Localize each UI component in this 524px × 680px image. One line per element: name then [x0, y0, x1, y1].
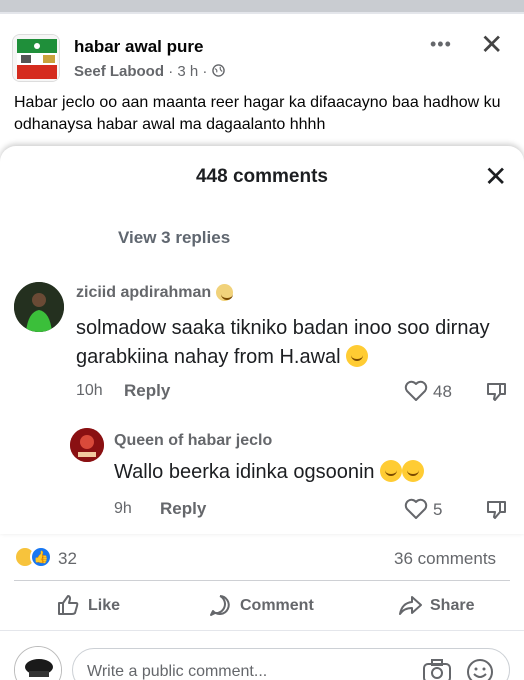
smiling-hearts-emoji-icon	[346, 345, 369, 367]
close-icon[interactable]: ✕	[480, 28, 503, 61]
meta-separator-2: ·	[202, 63, 212, 80]
like-count: 5	[433, 500, 443, 519]
post-time[interactable]: 3 h	[177, 63, 198, 80]
dislike-icon[interactable]	[484, 380, 508, 409]
share-button[interactable]: Share	[398, 593, 488, 619]
comment-time: 9h	[114, 500, 132, 517]
post-meta: Seef Labood · 3 h ·	[74, 63, 225, 80]
reply-button[interactable]: Reply	[124, 381, 170, 401]
smile-icon[interactable]	[466, 658, 494, 680]
post-text: Habar jeclo oo aan maanta reer hagar ka …	[14, 94, 501, 133]
share-icon	[399, 596, 422, 615]
comment-placeholder: Write a public comment...	[87, 663, 268, 680]
comments-title: 448 comments	[195, 166, 328, 187]
comment-text: solmadow saaka tikniko badan inoo soo di…	[76, 314, 506, 372]
more-icon[interactable]: •••	[430, 34, 452, 55]
heart-icon[interactable]	[404, 380, 428, 407]
share-label: Share	[430, 597, 475, 614]
top-bar	[0, 0, 524, 14]
comments-count[interactable]: 36 comments	[394, 549, 496, 569]
like-icon	[58, 595, 79, 615]
group-name[interactable]: habar awal pure	[74, 37, 203, 57]
divider	[14, 580, 510, 581]
comment-label: Comment	[240, 597, 314, 614]
globe-icon	[211, 64, 225, 77]
post-header: habar awal pure Seef Labood · 3 h · ••• …	[0, 22, 524, 84]
avatar[interactable]	[14, 646, 62, 680]
camera-icon[interactable]	[422, 658, 452, 680]
comment-author[interactable]: ziciid apdirahman	[76, 284, 233, 302]
comments-sheet: 448 comments ✕ View 3 replies ziciid apd…	[0, 146, 524, 534]
like-reaction-icon: 👍	[30, 546, 52, 568]
meta-separator: ·	[168, 63, 178, 80]
dislike-icon[interactable]	[484, 498, 508, 527]
group-avatar[interactable]	[12, 34, 60, 82]
smiling-hearts-emoji-icon	[402, 460, 425, 482]
view-replies-link[interactable]: View 3 replies	[118, 228, 230, 248]
smile-emoji-icon	[215, 284, 233, 301]
like-count: 48	[433, 382, 452, 401]
divider	[0, 630, 524, 631]
reaction-count[interactable]: 32	[58, 549, 77, 569]
comment-button[interactable]: Comment	[208, 593, 328, 619]
reply-button[interactable]: Reply	[160, 499, 206, 519]
comment-time: 10h	[76, 382, 103, 399]
like-button[interactable]: Like	[56, 593, 136, 619]
avatar[interactable]	[14, 282, 64, 332]
comment-text: Wallo beerka idinka ogsoonin	[114, 458, 425, 486]
avatar[interactable]	[70, 428, 104, 462]
post-author[interactable]: Seef Labood	[74, 63, 164, 80]
comment-body: Wallo beerka idinka ogsoonin	[114, 461, 375, 483]
comment-body: solmadow saaka tikniko badan inoo soo di…	[76, 317, 490, 368]
comment-icon	[210, 595, 230, 616]
comment-author-name[interactable]: ziciid apdirahman	[76, 284, 211, 301]
close-icon[interactable]: ✕	[484, 160, 507, 193]
heart-icon[interactable]	[404, 498, 428, 525]
comment-author[interactable]: Queen of habar jeclo	[114, 432, 272, 450]
smiling-hearts-emoji-icon	[380, 460, 403, 482]
like-label: Like	[88, 597, 121, 614]
